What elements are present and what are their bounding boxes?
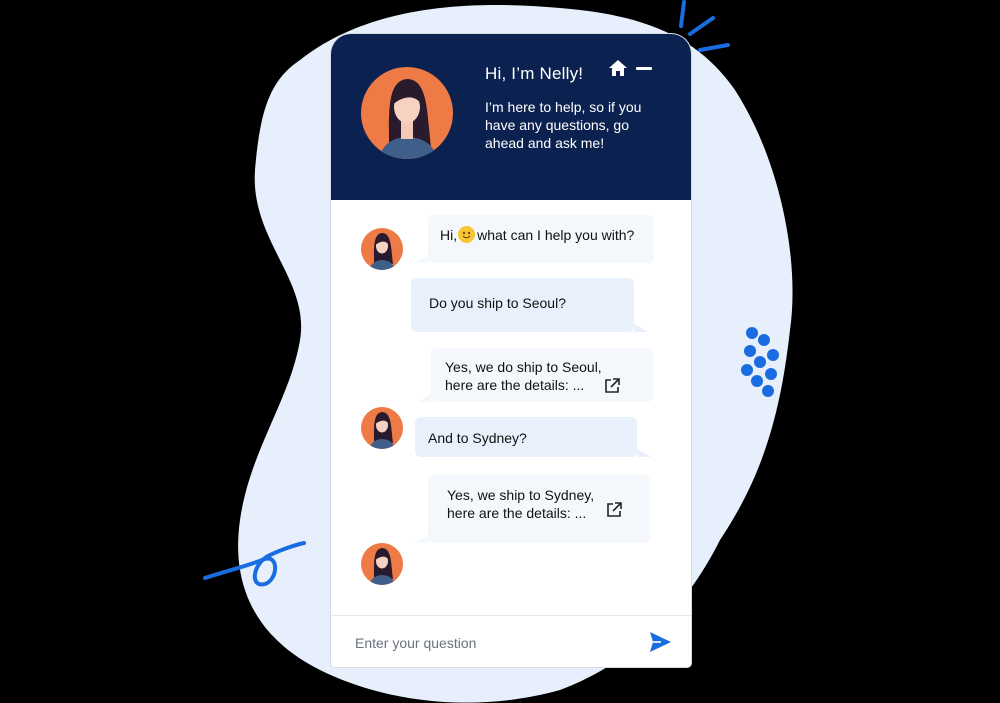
message-text-part: Hi, xyxy=(440,227,458,243)
smile-emoji-icon xyxy=(458,226,476,243)
message-list: Hi, what can I help you with? Do you ship… xyxy=(331,200,691,615)
assistant-avatar xyxy=(361,407,403,449)
external-link-icon[interactable] xyxy=(605,501,623,519)
message-composer xyxy=(331,615,691,667)
message-bubble-bot: Yes, we do ship to Seoul, here are the d… xyxy=(417,348,653,402)
message-bubble-user: And to Sydney? xyxy=(415,417,651,457)
message-bubble-bot: Yes, we ship to Sydney, here are the det… xyxy=(414,475,650,543)
message-text: Hi, what can I help you with? xyxy=(440,226,634,244)
chat-header: Hi, I’m Nelly! I’m here to help, so if y… xyxy=(331,34,691,200)
external-link-icon[interactable] xyxy=(603,377,621,395)
greeting-title: Hi, I’m Nelly! xyxy=(485,64,584,83)
assistant-avatar xyxy=(361,228,403,270)
message-text: Yes, we do ship to Seoul, here are the d… xyxy=(445,358,602,394)
chat-widget: Hi, I’m Nelly! I’m here to help, so if y… xyxy=(331,34,691,667)
minimize-icon[interactable] xyxy=(636,67,652,70)
send-icon[interactable] xyxy=(648,630,672,654)
message-bubble-bot: Hi, what can I help you with? xyxy=(414,215,654,263)
message-line: here are the details: ... xyxy=(445,377,585,393)
message-text-part: what can I help you with? xyxy=(477,227,635,243)
assistant-avatar xyxy=(361,543,403,585)
message-text: Yes, we ship to Sydney, here are the det… xyxy=(447,486,594,522)
message-text: Do you ship to Seoul? xyxy=(429,295,566,311)
question-input[interactable] xyxy=(353,628,627,658)
message-line: here are the details: ... xyxy=(447,505,587,521)
assistant-avatar-large xyxy=(361,67,453,159)
message-bubble-user: Do you ship to Seoul? xyxy=(411,278,648,332)
greeting-intro: I’m here to help, so if you have any que… xyxy=(485,99,642,151)
message-line: Yes, we do ship to Seoul, xyxy=(445,359,602,375)
message-line: Yes, we ship to Sydney, xyxy=(447,487,595,503)
home-icon[interactable] xyxy=(608,58,628,78)
message-text: And to Sydney? xyxy=(428,430,527,446)
